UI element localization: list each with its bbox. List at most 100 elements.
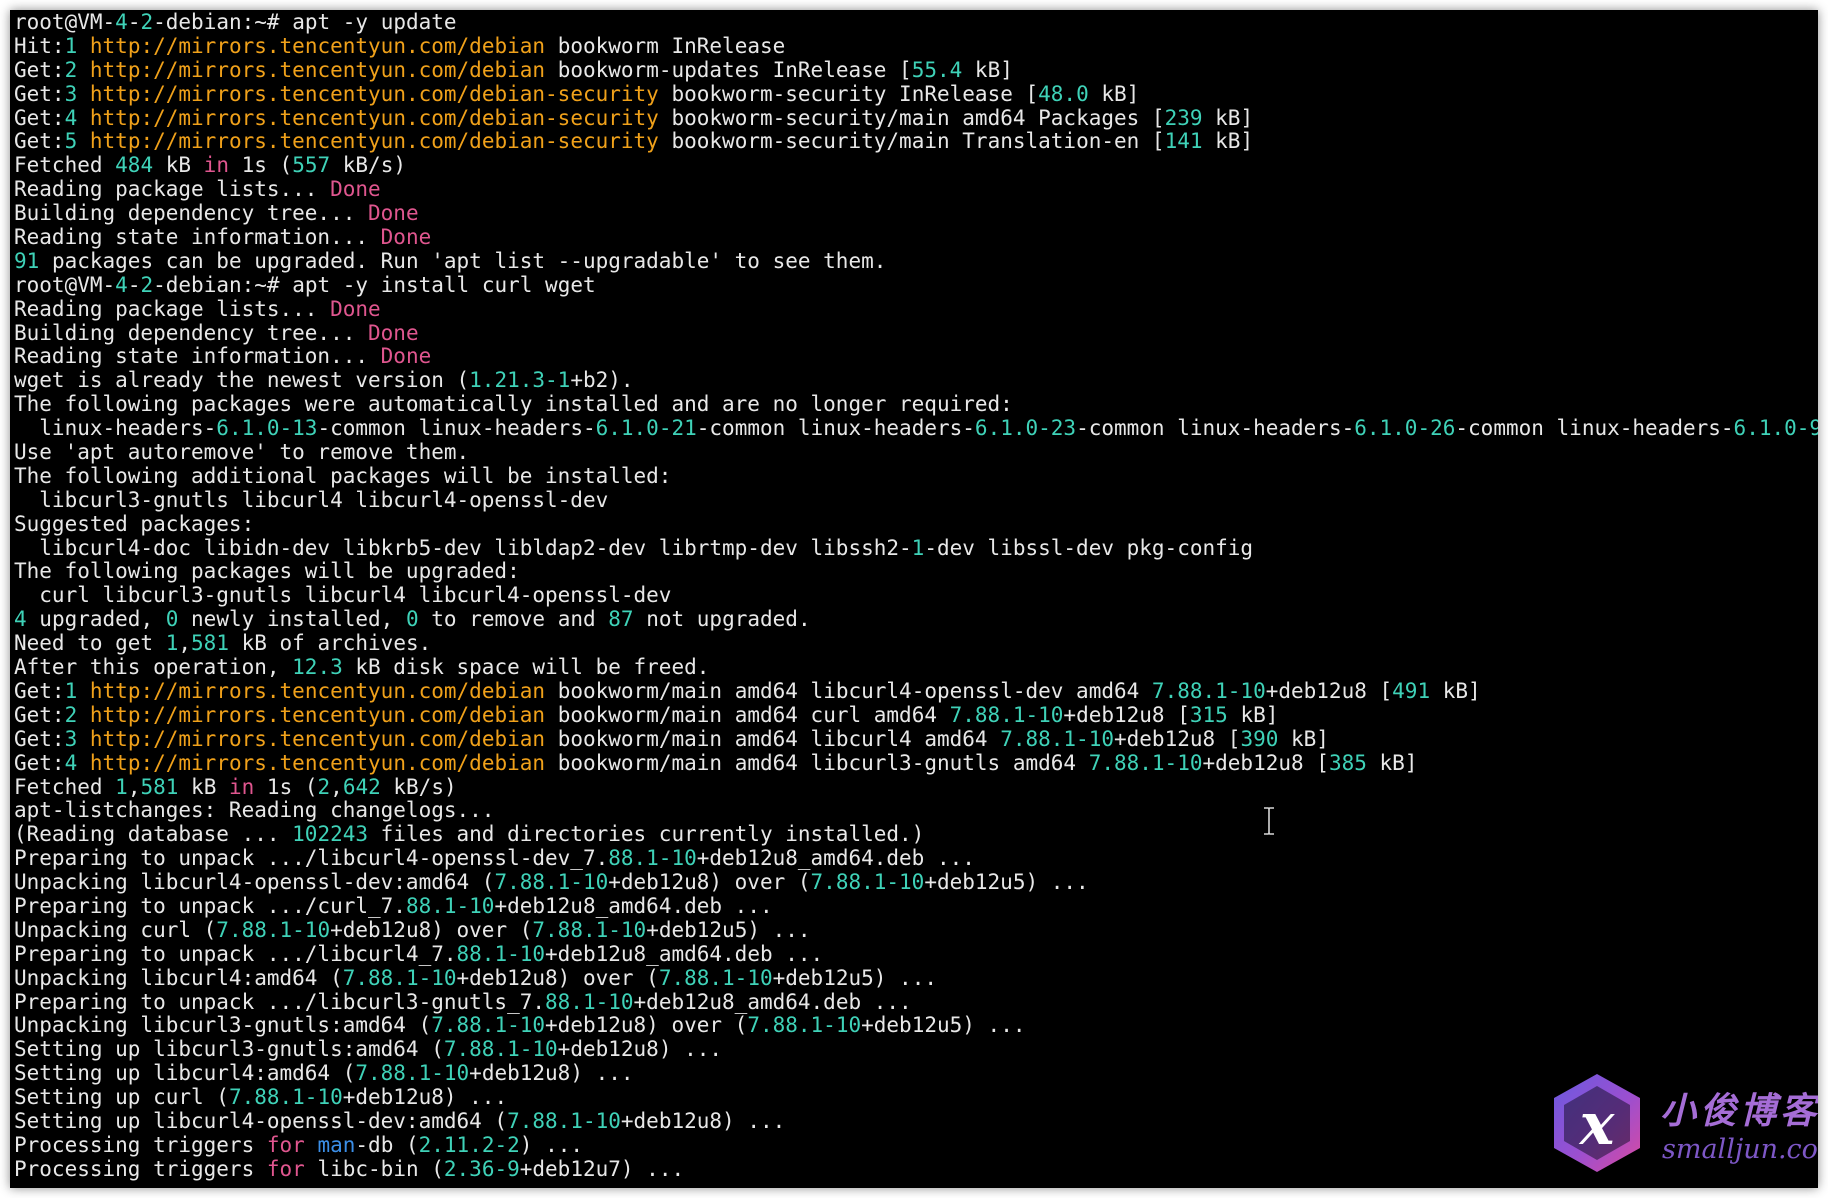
- terminal-text-segment: 385: [1328, 750, 1367, 775]
- terminal-line: Unpacking libcurl3-gnutls:amd64 ( 7.88.1-…: [14, 1013, 1818, 1038]
- terminal-text-segment: kB]: [1430, 678, 1481, 703]
- terminal-text-segment: Get:: [14, 750, 65, 775]
- terminal-text-segment: bookworm/main amd64 libcurl4 amd64: [545, 726, 1001, 751]
- terminal-text-segment: Get:: [14, 702, 65, 727]
- terminal-text-segment: http://mirrors.tencentyun.com/debian: [89, 726, 546, 751]
- terminal-text-segment: Reading state information...: [14, 225, 381, 250]
- terminal-text-segment: Get:: [14, 678, 65, 703]
- terminal-text-segment: -common linux-headers-: [696, 416, 975, 441]
- terminal-line: Building dependency tree... Done: [14, 321, 1818, 346]
- terminal-text-segment: -common linux-headers-: [1455, 416, 1734, 441]
- terminal-text-segment: 581: [191, 631, 229, 656]
- terminal-line: Building dependency tree... Done: [14, 201, 1818, 226]
- terminal-text-segment: in: [228, 774, 255, 799]
- terminal-text-segment: http://mirrors.tencentyun.com/debian: [89, 678, 546, 703]
- terminal-text-segment: Unpacking libcurl3-gnutls:amd64 (: [14, 1013, 432, 1038]
- terminal-text-segment: for: [266, 1156, 305, 1181]
- terminal-text-segment: 2.36-9: [443, 1156, 520, 1181]
- terminal-text-segment: Unpacking libcurl4:amd64 (: [14, 965, 343, 990]
- terminal-text-segment: Setting up libcurl4-openssl-dev:amd64 (: [14, 1108, 508, 1133]
- terminal-text-segment: curl libcurl3-gnutls libcurl4 libcurl4-o…: [14, 583, 672, 608]
- terminal-text-segment: +deb12u8) ...: [620, 1108, 786, 1133]
- terminal-text-segment: root@VM-: [14, 272, 116, 297]
- watermark-chinese-title: 小俊博客: [1660, 1090, 1818, 1132]
- terminal-text-segment: ,: [127, 774, 141, 799]
- terminal-text-segment: bookworm-updates InRelease [: [545, 57, 912, 82]
- terminal-text-segment: 55.4: [911, 57, 963, 82]
- terminal-text-segment: upgraded,: [26, 607, 166, 632]
- terminal-line: After this operation, 12.3 kB disk space…: [14, 655, 1818, 680]
- terminal-text-segment: packages can be upgraded. Run 'apt list …: [39, 248, 887, 273]
- terminal-line: Get:2 http://mirrors.tencentyun.com/debi…: [14, 57, 1818, 83]
- terminal-text-segment: Done: [380, 225, 432, 250]
- terminal-text-segment: 7.88.1-10: [658, 965, 773, 990]
- terminal-text-segment: kB disk space will be freed.: [342, 655, 710, 680]
- svg-text:x: x: [1578, 1090, 1616, 1158]
- terminal-text-segment: +deb12u8_amd64.deb ...: [696, 846, 975, 871]
- terminal-text-segment: After this operation,: [14, 655, 293, 680]
- terminal-text-segment: 4: [14, 607, 27, 632]
- terminal-text-segment: -debian:~# apt -y update: [153, 10, 457, 34]
- terminal-text-segment: 1.21.3-1: [469, 368, 571, 393]
- terminal-line: Preparing to unpack .../curl_7.88.1-10+d…: [14, 893, 1818, 919]
- terminal-text-segment: bookworm/main amd64 libcurl4-openssl-dev…: [545, 678, 1152, 703]
- terminal-text-segment: -common linux-headers-: [317, 416, 596, 441]
- terminal-line: 91 packages can be upgraded. Run 'apt li…: [14, 248, 1818, 274]
- terminal-text-segment: Get:: [14, 726, 65, 751]
- terminal-text-segment: 102243: [292, 822, 369, 847]
- terminal-text-segment: bookworm/main amd64 curl amd64: [545, 702, 950, 727]
- terminal-text-segment: Fetched: [14, 153, 116, 178]
- terminal-text-segment: Need to get: [14, 631, 166, 656]
- text-cursor-ibeam-icon: [1262, 807, 1276, 835]
- terminal-window[interactable]: root@VM-4-2-debian:~# apt -y update Hit:1…: [10, 10, 1818, 1188]
- terminal-text-segment: http://mirrors.tencentyun.com/debian-sec…: [89, 129, 659, 154]
- terminal-text-segment: The following additional packages will b…: [14, 463, 672, 488]
- terminal-text-segment: bookworm InRelease: [545, 33, 786, 58]
- terminal-text-segment: Setting up curl (: [14, 1085, 229, 1110]
- terminal-text-segment: Get:: [14, 129, 65, 154]
- terminal-text-segment: Get:: [14, 57, 65, 82]
- terminal-line: Fetched 1,581 kB in 1s (2,642 kB/s): [14, 774, 1818, 800]
- terminal-text-segment: ) ...: [519, 1132, 583, 1157]
- terminal-text-segment: kB of archives.: [228, 631, 432, 656]
- terminal-text-segment: Unpacking libcurl4-openssl-dev:amd64 (: [14, 870, 495, 895]
- terminal-text-segment: +deb12u8 [: [1202, 750, 1329, 775]
- terminal-text-segment: Reading state information...: [14, 344, 381, 369]
- terminal-line: wget is already the newest version (1.21…: [14, 368, 1818, 393]
- terminal-output: root@VM-4-2-debian:~# apt -y update Hit:1…: [14, 10, 1818, 1182]
- terminal-text-segment: +deb12u5) ...: [924, 870, 1089, 895]
- terminal-line: libcurl3-gnutls libcurl4 libcurl4-openss…: [14, 488, 1818, 513]
- terminal-text-segment: libcurl4-doc libidn-dev libkrb5-dev libl…: [14, 535, 912, 560]
- terminal-text-segment: http://mirrors.tencentyun.com/debian-sec…: [89, 81, 659, 106]
- terminal-line: Get:3 http://mirrors.tencentyun.com/debi…: [14, 81, 1818, 107]
- terminal-text-segment: Unpacking curl (: [14, 917, 217, 942]
- terminal-text-segment: +b2).: [570, 368, 634, 393]
- terminal-text-segment: 2: [317, 774, 331, 799]
- terminal-text-segment: Fetched: [14, 774, 116, 799]
- terminal-text-segment: +deb12u7) ...: [519, 1156, 685, 1181]
- terminal-text-segment: +deb12u8 [: [1265, 678, 1393, 703]
- terminal-text-segment: +deb12u8_amd64.deb ...: [494, 893, 773, 918]
- terminal-text-segment: 7.88.1-10: [747, 1013, 862, 1038]
- terminal-text-segment: 315: [1189, 702, 1228, 727]
- terminal-text-segment: 1: [911, 535, 925, 560]
- terminal-text-segment: Processing triggers: [14, 1156, 267, 1181]
- terminal-text-segment: for: [266, 1132, 305, 1157]
- screenshot-frame: root@VM-4-2-debian:~# apt -y update Hit:1…: [10, 10, 1818, 1188]
- terminal-line: Unpacking libcurl4:amd64 (7.88.1-10+deb1…: [14, 965, 1818, 991]
- terminal-text-segment: +deb12u8_amd64.deb ...: [633, 989, 912, 1014]
- terminal-text-segment: -common linux-headers-: [1076, 416, 1355, 441]
- terminal-text-segment: kB]: [1088, 81, 1140, 106]
- terminal-line: root@VM-4-2-debian:~# apt -y install cur…: [14, 272, 1818, 298]
- terminal-text-segment: Reading package lists...: [14, 177, 331, 202]
- terminal-text-segment: 7.88.1-10: [507, 1108, 621, 1133]
- terminal-text-segment: 6.1.0-23: [974, 416, 1077, 441]
- terminal-text-segment: 1s (: [228, 153, 293, 178]
- terminal-text-segment: root@VM-: [14, 10, 116, 34]
- terminal-text-segment: kB/s): [380, 774, 457, 799]
- terminal-text-segment: Setting up libcurl3-gnutls:amd64 (: [14, 1037, 444, 1062]
- terminal-text-segment: ,: [178, 631, 192, 656]
- terminal-text-segment: 7.88.1-10: [355, 1061, 470, 1086]
